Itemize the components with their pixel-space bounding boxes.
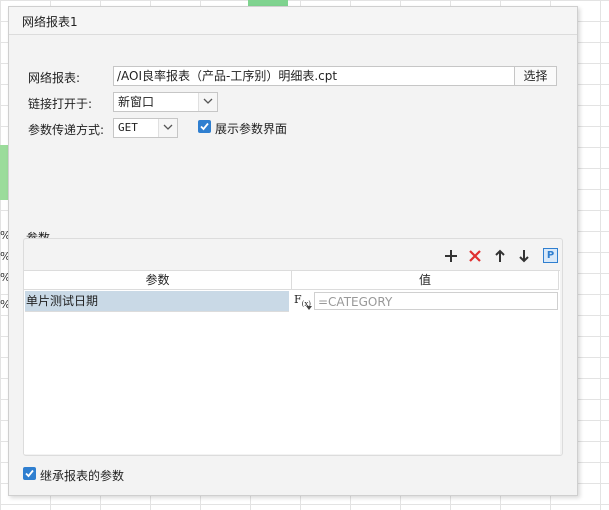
column-header-param: 参数 — [24, 271, 292, 290]
add-icon[interactable] — [442, 247, 460, 265]
param-method-label: 参数传递方式: — [28, 123, 105, 137]
table-row[interactable]: 单片测试日期 F(x) =CATEGORY — [24, 291, 560, 312]
formula-button[interactable]: F(x) — [292, 291, 313, 312]
link-open-value: 新窗口 — [118, 95, 155, 109]
link-open-select[interactable]: 新窗口 — [113, 92, 218, 112]
choose-button[interactable]: 选择 — [514, 66, 557, 86]
inherit-params-label: 继承报表的参数 — [40, 469, 125, 483]
link-open-label: 链接打开于: — [28, 97, 93, 111]
param-method-select[interactable]: GET — [113, 118, 178, 138]
parameter-p-icon[interactable]: P — [543, 248, 558, 263]
dialog-title: 网络报表1 — [22, 15, 78, 29]
show-param-ui-checkbox[interactable] — [198, 120, 211, 133]
hyperlink-dialog: 网络报表1 网络报表: /AOI良率报表（产品-工序别）明细表.cpt 选择 链… — [8, 6, 578, 496]
column-header-value: 值 — [292, 271, 559, 290]
show-param-ui-label: 展示参数界面 — [215, 122, 288, 136]
formula-icon: F(x) — [293, 293, 312, 309]
inherit-params-checkbox[interactable] — [23, 467, 36, 480]
param-method-value: GET — [118, 121, 138, 134]
param-value-input[interactable]: =CATEGORY — [314, 292, 558, 310]
report-label: 网络报表: — [28, 71, 81, 85]
params-table: 参数 值 单片测试日期 F(x) =CATEGORY — [24, 270, 560, 454]
chevron-down-icon[interactable] — [158, 119, 177, 137]
report-path-input[interactable]: /AOI良率报表（产品-工序别）明细表.cpt — [113, 66, 516, 86]
chevron-down-icon[interactable] — [198, 93, 217, 111]
delete-icon[interactable] — [466, 247, 484, 265]
dialog-title-bar: 网络报表1 — [9, 7, 577, 35]
background-green-cell — [0, 145, 8, 200]
param-name-cell[interactable]: 单片测试日期 — [25, 291, 289, 312]
move-down-icon[interactable] — [515, 247, 533, 265]
move-up-icon[interactable] — [491, 247, 509, 265]
